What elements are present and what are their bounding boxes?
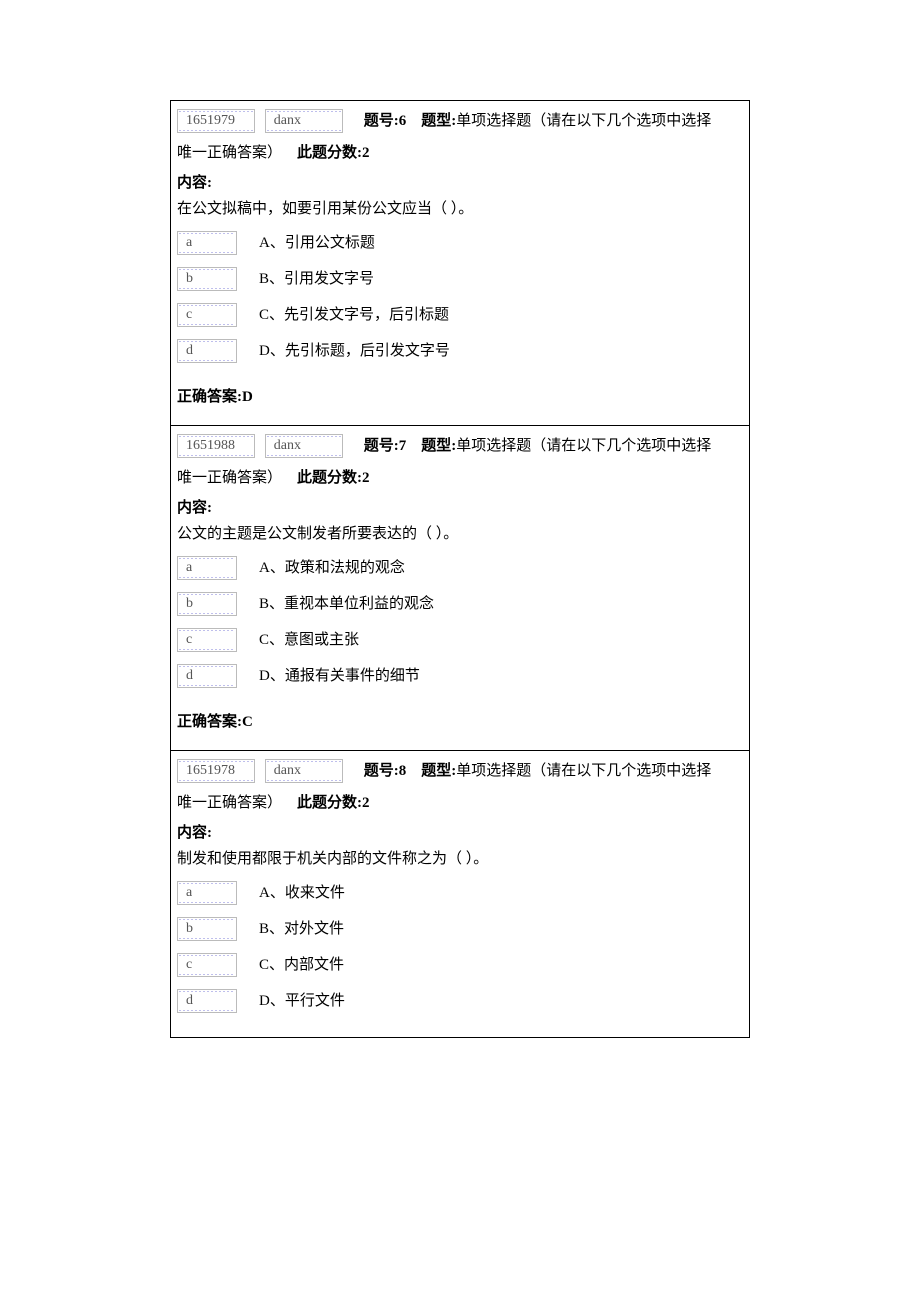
option-text: B、重视本单位利益的观念 [259,592,434,616]
question-id-field[interactable]: 1651978 [177,759,255,783]
option-text: D、平行文件 [259,989,345,1013]
question-type-tail: 唯一正确答案） [177,470,282,486]
question-id-field[interactable]: 1651979 [177,109,255,133]
content-label: 内容: [177,171,743,195]
option-row: c C、先引发文字号，后引标题 [177,299,743,331]
option-key-field[interactable]: a [177,556,237,580]
option-row: b B、对外文件 [177,913,743,945]
question-type-value: 单项选择题（请在以下几个选项中选择 [456,113,711,129]
question-body: 制发和使用都限于机关内部的文件称之为（ ）。 [177,847,743,871]
option-row: d D、平行文件 [177,985,743,1017]
option-key-field[interactable]: c [177,303,237,327]
question-block: 1651979 danx 题号:6 题型:单项选择题（请在以下几个选项中选择 唯… [171,101,749,425]
option-text: B、对外文件 [259,917,344,941]
option-row: a A、收来文件 [177,877,743,909]
question-header: 1651979 danx 题号:6 题型:单项选择题（请在以下几个选项中选择 [177,105,743,137]
question-block: 1651988 danx 题号:7 题型:单项选择题（请在以下几个选项中选择 唯… [171,425,749,750]
question-body: 公文的主题是公文制发者所要表达的（ ）。 [177,522,743,546]
question-code-field[interactable]: danx [265,759,343,783]
correct-answer: 正确答案:C [177,710,743,734]
option-key-field[interactable]: a [177,231,237,255]
question-number-label: 题号:7 [364,438,407,454]
option-row: b B、引用发文字号 [177,263,743,295]
question-header: 1651978 danx 题号:8 题型:单项选择题（请在以下几个选项中选择 [177,755,743,787]
option-key-field[interactable]: a [177,881,237,905]
option-row: c C、意图或主张 [177,624,743,656]
option-key-field[interactable]: d [177,989,237,1013]
content-label: 内容: [177,821,743,845]
option-key-field[interactable]: d [177,339,237,363]
question-header: 1651988 danx 题号:7 题型:单项选择题（请在以下几个选项中选择 [177,430,743,462]
option-row: d D、先引标题，后引发文字号 [177,335,743,367]
question-type-value: 单项选择题（请在以下几个选项中选择 [456,763,711,779]
question-score-label: 此题分数:2 [297,795,370,811]
question-body: 在公文拟稿中，如要引用某份公文应当（ ）。 [177,197,743,221]
content-label: 内容: [177,496,743,520]
question-number-label: 题号:6 [364,113,407,129]
question-score-label: 此题分数:2 [297,145,370,161]
option-text: C、先引发文字号，后引标题 [259,303,449,327]
option-key-field[interactable]: d [177,664,237,688]
question-code-field[interactable]: danx [265,109,343,133]
question-type-tail: 唯一正确答案） [177,795,282,811]
correct-answer: 正确答案:D [177,385,743,409]
option-key-field[interactable]: c [177,953,237,977]
option-key-field[interactable]: b [177,917,237,941]
question-type-value: 单项选择题（请在以下几个选项中选择 [456,438,711,454]
question-type-label: 题型: [421,763,456,779]
question-type-label: 题型: [421,438,456,454]
question-type-label: 题型: [421,113,456,129]
option-text: B、引用发文字号 [259,267,374,291]
option-text: A、政策和法规的观念 [259,556,405,580]
option-row: a A、政策和法规的观念 [177,552,743,584]
question-score-label: 此题分数:2 [297,470,370,486]
option-text: C、意图或主张 [259,628,359,652]
option-text: A、引用公文标题 [259,231,375,255]
option-text: A、收来文件 [259,881,345,905]
option-row: a A、引用公文标题 [177,227,743,259]
option-row: c C、内部文件 [177,949,743,981]
option-key-field[interactable]: b [177,592,237,616]
option-text: D、先引标题，后引发文字号 [259,339,450,363]
option-text: D、通报有关事件的细节 [259,664,420,688]
option-row: b B、重视本单位利益的观念 [177,588,743,620]
question-id-field[interactable]: 1651988 [177,434,255,458]
question-number-label: 题号:8 [364,763,407,779]
question-code-field[interactable]: danx [265,434,343,458]
option-row: d D、通报有关事件的细节 [177,660,743,692]
option-key-field[interactable]: c [177,628,237,652]
option-key-field[interactable]: b [177,267,237,291]
question-type-tail: 唯一正确答案） [177,145,282,161]
question-block: 1651978 danx 题号:8 题型:单项选择题（请在以下几个选项中选择 唯… [171,750,749,1037]
option-text: C、内部文件 [259,953,344,977]
